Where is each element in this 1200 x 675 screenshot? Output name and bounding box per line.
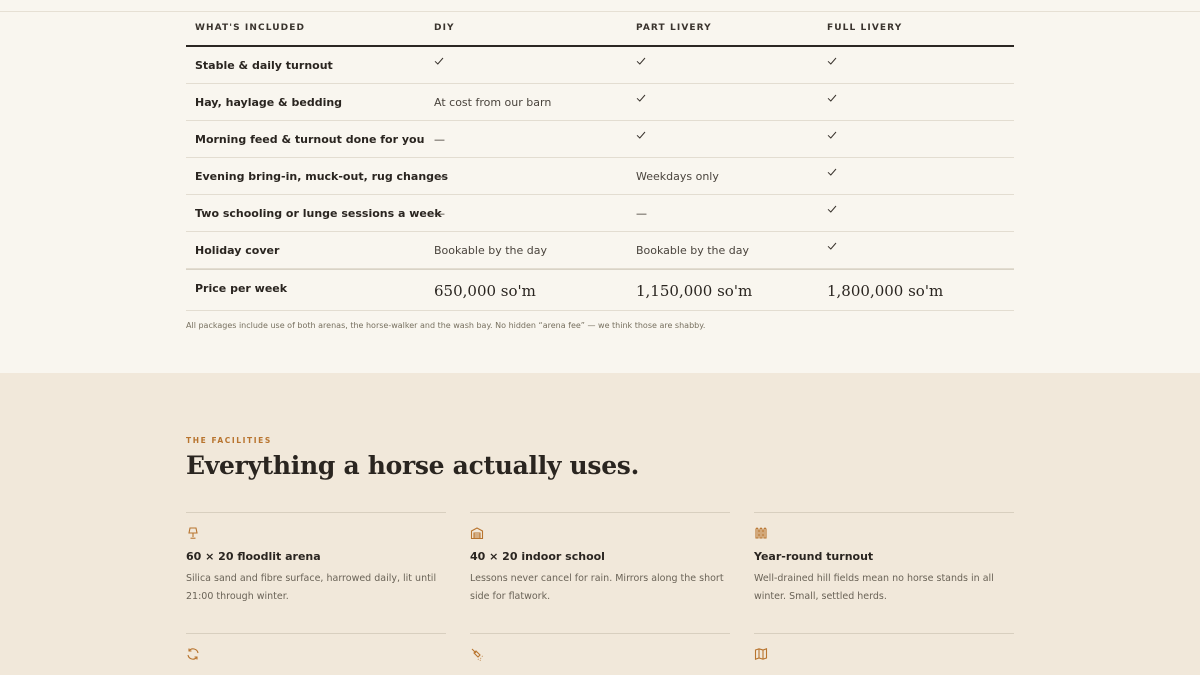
check-icon [636,131,646,146]
facility-card: 60 × 20 floodlit arena Silica sand and fi… [186,512,446,602]
row-label: Hay, haylage & bedding [195,96,343,109]
header-part-livery: PART LIVERY [636,23,712,33]
row-label: Evening bring-in, muck-out, rug changes [195,170,449,183]
shower-icon [470,646,484,661]
price-label: Price per week [195,282,288,295]
refresh-icon [186,646,200,660]
check-icon [636,57,646,72]
table-row: Holiday cover Bookable by the day Bookable… [186,232,1014,269]
map-icon [754,646,768,660]
section-title: Everything a horse actually uses. [186,451,639,480]
check-icon [827,205,837,220]
cell-diy: At cost from our barn [434,96,552,109]
cell-part-livery: Weekdays only [636,170,719,183]
row-label: Stable & daily turnout [195,59,333,72]
check-icon [827,57,837,72]
table-footnote: All packages include use of both arenas,… [186,321,706,330]
price-part-livery: 1,150,000 so'm [636,282,753,300]
facility-description: Lessons never cancel for rain. Mirrors a… [470,573,724,602]
cell-part-livery: — [636,207,647,220]
table-row: Morning feed & turnout done for you — [186,121,1014,158]
fence-icon [754,525,768,539]
table-header: WHAT'S INCLUDED DIY PART LIVERY FULL LIV… [186,12,1014,47]
cell-diy: — [434,207,445,220]
facility-description: Silica sand and fibre surface, harrowed … [186,573,437,602]
row-label: Holiday cover [195,244,280,257]
lamp-icon [186,525,200,539]
header-included: WHAT'S INCLUDED [195,23,306,33]
price-full-livery: 1,800,000 so'm [827,282,944,300]
table-row: Two schooling or lunge sessions a week — — [186,195,1014,232]
header-diy: DIY [434,23,455,33]
check-icon [827,168,837,183]
facility-title: 60 × 20 floodlit arena [186,550,321,563]
check-icon [434,57,444,72]
section-eyebrow: THE FACILITIES [186,436,272,445]
header-full-livery: FULL LIVERY [827,23,903,33]
check-icon [636,94,646,109]
facility-card [186,633,446,660]
row-label: Morning feed & turnout done for you [195,133,425,146]
facility-title: Year-round turnout [754,550,874,563]
cell-part-livery: Bookable by the day [636,244,749,257]
price-row: Price per week 650,000 so'm 1,150,000 so… [186,269,1014,311]
cell-diy: — [434,133,445,146]
check-icon [827,242,837,257]
facilities-section: THE FACILITIES Everything a horse actual… [0,373,1200,675]
table-row: Hay, haylage & bedding At cost from our b… [186,84,1014,121]
warehouse-icon [470,525,484,540]
facility-card: 40 × 20 indoor school Lessons never cance… [470,512,730,602]
cell-diy: — [434,170,445,183]
pricing-table: WHAT'S INCLUDED DIY PART LIVERY FULL LIV… [186,12,1014,311]
price-diy: 650,000 so'm [434,282,536,300]
check-icon [827,131,837,146]
facility-card [754,633,1014,660]
table-row: Evening bring-in, muck-out, rug changes —… [186,158,1014,195]
check-icon [827,94,837,109]
facility-card [470,633,730,661]
facility-card: Year-round turnout Well-drained hill fiel… [754,512,1014,602]
facility-description: Well-drained hill fields mean no horse s… [754,573,994,602]
facility-title: 40 × 20 indoor school [470,550,605,563]
table-row: Stable & daily turnout [186,47,1014,84]
row-label: Two schooling or lunge sessions a week [195,207,442,220]
cell-diy: Bookable by the day [434,244,547,257]
